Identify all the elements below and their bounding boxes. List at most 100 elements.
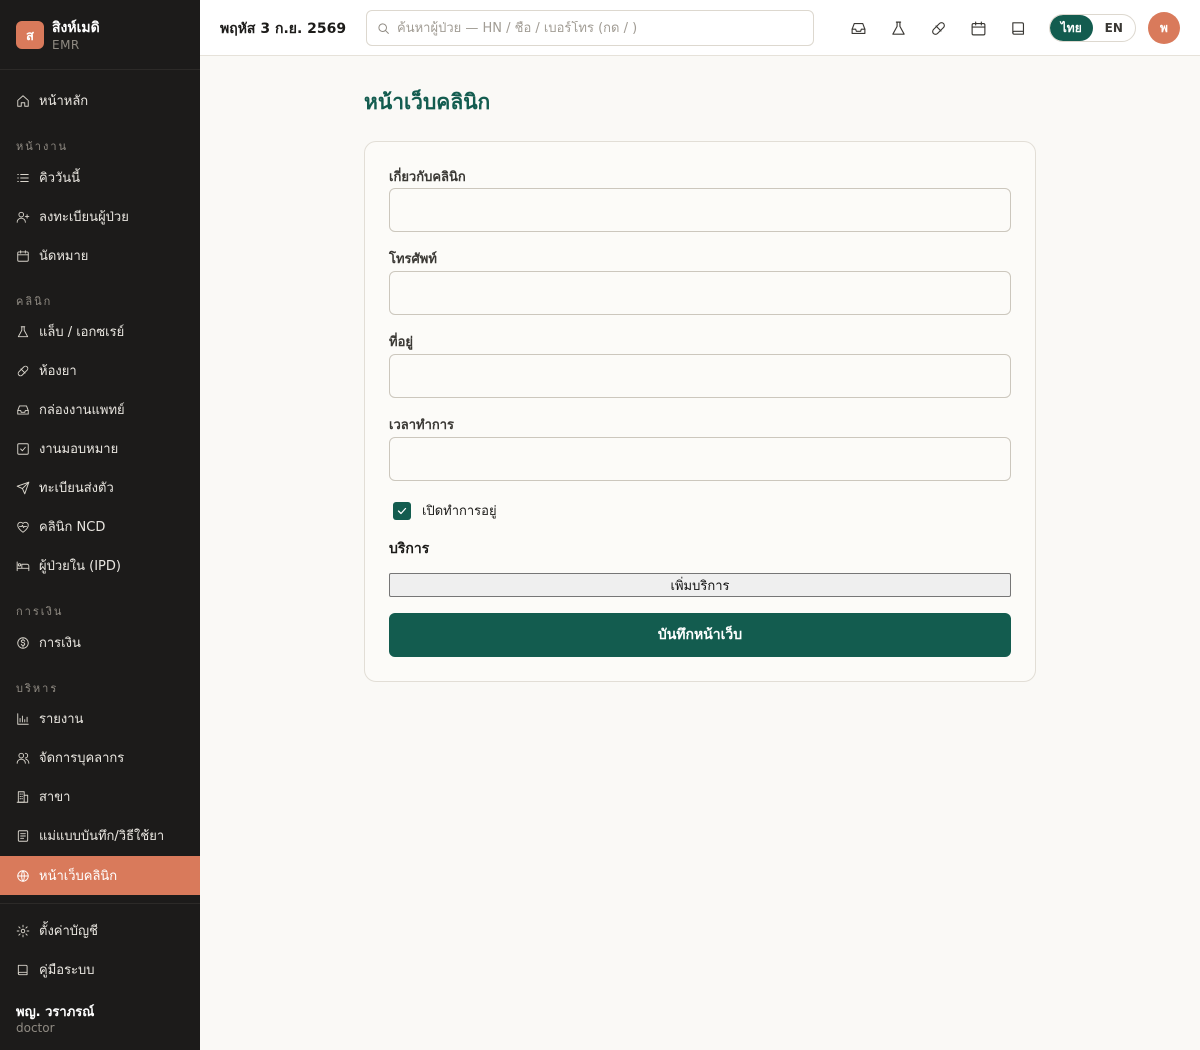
brand-name: สิงห์เมดิ bbox=[52, 20, 100, 36]
sidebar-item-pharmacy[interactable]: ห้องยา bbox=[0, 351, 200, 390]
phone-input[interactable] bbox=[389, 271, 1011, 315]
clinic-website-form: เกี่ยวกับคลินิก โทรศัพท์ ที่อยู่ เวลาทำก… bbox=[364, 141, 1036, 682]
sidebar-item-ncd[interactable]: คลินิก NCD bbox=[0, 507, 200, 546]
sidebar-item-doctor-inbox[interactable]: กล่องงานแพทย์ bbox=[0, 390, 200, 429]
language-toggle[interactable]: ไทย EN bbox=[1049, 14, 1136, 42]
open-now-checkbox[interactable] bbox=[393, 501, 411, 520]
lang-thai-button[interactable]: ไทย bbox=[1050, 15, 1093, 41]
sidebar-item-label: งานมอบหมาย bbox=[39, 442, 119, 457]
sidebar-item-manual[interactable]: คู่มือระบบ bbox=[0, 950, 200, 989]
sidebar-item-clinic-website[interactable]: หน้าเว็บคลินิก bbox=[0, 856, 200, 895]
gear-icon bbox=[16, 924, 30, 938]
dollar-circle-icon bbox=[16, 636, 30, 650]
lang-en-button[interactable]: EN bbox=[1093, 15, 1136, 41]
book-icon bbox=[1011, 21, 1024, 35]
sidebar-item-staff[interactable]: จัดการบุคลากร bbox=[0, 738, 200, 777]
section-label-finance: การเงิน bbox=[16, 605, 64, 618]
sidebar-item-appointments[interactable]: นัดหมาย bbox=[0, 236, 200, 275]
pill-icon bbox=[931, 21, 945, 35]
add-service-button[interactable]: เพิ่มบริการ bbox=[389, 573, 1011, 597]
sidebar-item-referrals[interactable]: ทะเบียนส่งตัว bbox=[0, 468, 200, 507]
sidebar-item-label: ทะเบียนส่งตัว bbox=[39, 481, 114, 496]
bar-chart-icon bbox=[16, 712, 30, 726]
address-label: ที่อยู่ bbox=[389, 335, 413, 350]
inbox-icon bbox=[16, 403, 30, 417]
calendar-icon bbox=[16, 249, 30, 263]
flask-icon bbox=[891, 21, 905, 35]
brand: ส สิงห์เมดิ EMR bbox=[0, 0, 200, 70]
about-input[interactable] bbox=[389, 188, 1011, 232]
sidebar-item-lab[interactable]: แล็บ / เอกซเรย์ bbox=[0, 312, 200, 351]
sidebar-item-reports[interactable]: รายงาน bbox=[0, 699, 200, 738]
sidebar-item-register[interactable]: ลงทะเบียนผู้ป่วย bbox=[0, 197, 200, 236]
checkmark-icon bbox=[397, 507, 407, 514]
user-name: พญ. วราภรณ์ bbox=[16, 1005, 95, 1020]
sidebar-item-label: นัดหมาย bbox=[39, 249, 89, 264]
sidebar-item-label: คลินิก NCD bbox=[39, 520, 106, 535]
book-icon bbox=[16, 963, 30, 977]
inbox-button[interactable] bbox=[848, 18, 868, 38]
search-box[interactable] bbox=[366, 10, 814, 46]
sidebar-item-templates[interactable]: แม่แบบบันทึก/วิธีใช้ยา bbox=[0, 816, 200, 855]
sidebar-item-ipd[interactable]: ผู้ป่วยใน (IPD) bbox=[0, 546, 200, 585]
phone-label: โทรศัพท์ bbox=[389, 252, 437, 267]
sidebar-item-label: หน้าเว็บคลินิก bbox=[39, 869, 118, 884]
sidebar-item-account-settings[interactable]: ตั้งค่าบัญชี bbox=[0, 911, 200, 950]
sidebar-item-branches[interactable]: สาขา bbox=[0, 777, 200, 816]
building-icon bbox=[16, 790, 30, 804]
list-icon bbox=[16, 171, 30, 185]
users-icon bbox=[16, 751, 30, 765]
current-date: พฤหัส 3 ก.ย. 2569 bbox=[220, 21, 347, 37]
section-label-clinic: คลินิก bbox=[16, 295, 53, 308]
address-input[interactable] bbox=[389, 354, 1011, 398]
sidebar-item-label: กล่องงานแพทย์ bbox=[39, 403, 125, 418]
home-icon bbox=[16, 94, 30, 108]
brand-subtitle: EMR bbox=[52, 38, 80, 52]
sidebar-item-label: ตั้งค่าบัญชี bbox=[39, 924, 98, 939]
pill-icon bbox=[16, 364, 30, 378]
hours-input[interactable] bbox=[389, 437, 1011, 481]
sidebar-item-label: แล็บ / เอกซเรย์ bbox=[39, 325, 125, 340]
sidebar-item-label: คิววันนี้ bbox=[39, 171, 81, 186]
user-plus-icon bbox=[16, 210, 30, 224]
bed-icon bbox=[16, 559, 30, 573]
sidebar-item-label: ห้องยา bbox=[39, 364, 77, 379]
about-label: เกี่ยวกับคลินิก bbox=[389, 170, 466, 185]
calendar-icon bbox=[971, 21, 985, 35]
sidebar-item-label: แม่แบบบันทึก/วิธีใช้ยา bbox=[39, 829, 165, 844]
sidebar-item-label: จัดการบุคลากร bbox=[39, 751, 125, 766]
page-title: หน้าเว็บคลินิก bbox=[364, 89, 491, 114]
brand-logo: ส bbox=[16, 21, 44, 49]
user-role: doctor bbox=[16, 1021, 55, 1035]
sidebar-item-label: การเงิน bbox=[39, 636, 81, 651]
sidebar-item-label: คู่มือระบบ bbox=[39, 963, 95, 978]
open-now-row: เปิดทำการอยู่ bbox=[393, 500, 497, 521]
sidebar-item-label: สาขา bbox=[39, 790, 71, 805]
manual-button[interactable] bbox=[1008, 18, 1028, 38]
sidebar-item-tasks[interactable]: งานมอบหมาย bbox=[0, 429, 200, 468]
avatar[interactable]: พ bbox=[1148, 12, 1180, 44]
section-label-frontdesk: หน้างาน bbox=[16, 140, 69, 153]
open-now-label: เปิดทำการอยู่ bbox=[422, 504, 497, 519]
calendar-button[interactable] bbox=[968, 18, 988, 38]
topbar: พฤหัส 3 ก.ย. 2569 ไทย EN พ bbox=[200, 0, 1200, 56]
sidebar-item-queue[interactable]: คิววันนี้ bbox=[0, 158, 200, 197]
sidebar-item-home[interactable]: หน้าหลัก bbox=[0, 81, 200, 120]
sidebar-divider bbox=[0, 903, 200, 904]
check-square-icon bbox=[16, 442, 30, 456]
save-website-button[interactable]: บันทึกหน้าเว็บ bbox=[389, 613, 1011, 657]
inbox-icon bbox=[851, 22, 865, 34]
lab-button[interactable] bbox=[888, 18, 908, 38]
heart-pulse-icon bbox=[16, 520, 30, 534]
file-text-icon bbox=[16, 829, 30, 843]
search-icon bbox=[378, 22, 389, 34]
pharmacy-button[interactable] bbox=[928, 18, 948, 38]
hours-label: เวลาทำการ bbox=[389, 418, 455, 433]
flask-icon bbox=[16, 325, 30, 339]
globe-icon bbox=[16, 869, 30, 883]
sidebar-item-finance[interactable]: การเงิน bbox=[0, 623, 200, 662]
search-input[interactable] bbox=[397, 20, 807, 36]
services-heading: บริการ bbox=[389, 541, 430, 557]
sidebar-item-label: ผู้ป่วยใน (IPD) bbox=[39, 559, 121, 574]
sidebar-item-label: ลงทะเบียนผู้ป่วย bbox=[39, 210, 129, 225]
